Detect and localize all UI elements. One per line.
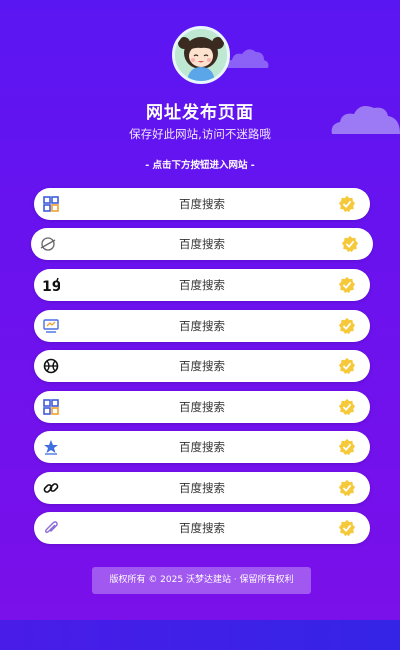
verified-check-icon (338, 398, 356, 416)
page-background: 网址发布页面 保存好此网站,访问不迷路哦 - 点击下方按钮进入网站 - 百度搜索 (0, 0, 400, 620)
verified-check-icon (338, 195, 356, 213)
bottom-band (0, 620, 400, 650)
link-button-1[interactable]: 百度搜索 (34, 188, 370, 220)
verified-check-icon (338, 438, 356, 456)
verified-check-icon (338, 276, 356, 294)
verified-check-icon (341, 235, 359, 253)
verified-check-icon (338, 479, 356, 497)
page-title: 网址发布页面 (146, 103, 254, 123)
link-button-6[interactable]: 百度搜索 (34, 391, 370, 423)
click-hint: - 点击下方按钮进入网站 - (145, 160, 255, 171)
link-button-3[interactable]: 19 百度搜索 (34, 269, 370, 301)
link-label: 百度搜索 (179, 400, 225, 414)
link-button-4[interactable]: 百度搜索 (34, 310, 370, 342)
link-label: 百度搜索 (179, 237, 225, 251)
link-button-7[interactable]: 百度搜索 (34, 431, 370, 463)
copyright-footer: 版权所有 © 2025 沃梦达建站 · 保留所有权利 (92, 567, 311, 594)
link-label: 百度搜索 (179, 359, 225, 373)
link-label: 百度搜索 (179, 521, 225, 535)
page-subtitle: 保存好此网站,访问不迷路哦 (129, 127, 271, 141)
link-button-8[interactable]: 百度搜索 (34, 472, 370, 504)
link-label: 百度搜索 (179, 197, 225, 211)
avatar (172, 26, 230, 84)
girl-avatar-icon (175, 29, 227, 81)
link-label: 百度搜索 (179, 481, 225, 495)
link-label: 百度搜索 (179, 278, 225, 292)
link-button-2[interactable]: 百度搜索 (31, 228, 373, 260)
verified-check-icon (338, 519, 356, 537)
link-button-9[interactable]: 百度搜索 (34, 512, 370, 544)
link-label: 百度搜索 (179, 319, 225, 333)
verified-check-icon (338, 317, 356, 335)
link-label: 百度搜索 (179, 440, 225, 454)
link-button-5[interactable]: 百度搜索 (34, 350, 370, 382)
verified-check-icon (338, 357, 356, 375)
